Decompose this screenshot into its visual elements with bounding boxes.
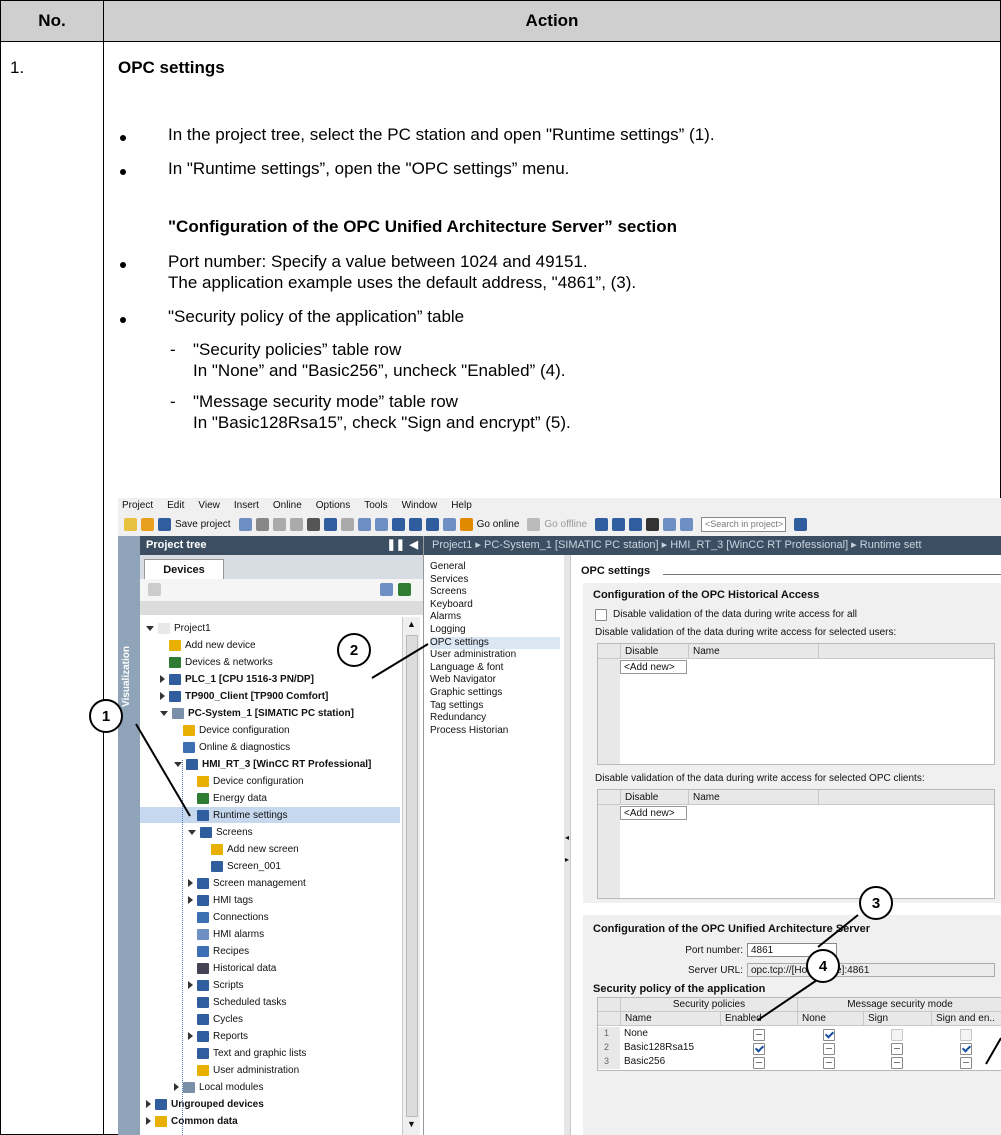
- callout-lines: [135, 643, 1001, 1065]
- callout-1-line: [135, 723, 191, 817]
- instruction-text: "Message security mode” table row: [193, 392, 458, 411]
- step-number: 1.: [10, 58, 25, 77]
- instruction-text: In "Runtime settings”, open the "OPC set…: [168, 159, 570, 178]
- column-header-no: No.: [0, 0, 104, 42]
- callout-3-line: [817, 914, 859, 948]
- instruction-text: "Security policy of the application” tab…: [168, 307, 465, 326]
- section-subheading: "Configuration of the OPC Unified Archit…: [168, 217, 677, 236]
- instruction-text: In "None” and "Basic256”, uncheck "Enabl…: [193, 361, 566, 380]
- dash-marker: -: [170, 340, 176, 359]
- column-header-action: Action: [103, 0, 1001, 42]
- instruction-text: Port number: Specify a value between 102…: [168, 252, 588, 271]
- instruction-text: In the project tree, select the PC stati…: [168, 125, 715, 144]
- dash-marker: -: [170, 392, 176, 411]
- bullet-icon: [120, 262, 126, 268]
- callout-3: 3: [859, 886, 893, 920]
- bullet-icon: [120, 169, 126, 175]
- callout-2-line: [371, 643, 429, 679]
- callout-4-line: [757, 975, 824, 1021]
- instruction-text: The application example uses the default…: [168, 273, 637, 292]
- instruction-text: "Security policies” table row: [193, 340, 402, 359]
- bullet-icon: [120, 135, 126, 141]
- instruction-text: In "Basic128Rsa15”, check "Sign and encr…: [193, 413, 571, 432]
- callout-4: 4: [806, 949, 840, 983]
- callout-2: 2: [337, 633, 371, 667]
- callout-5-line: [985, 1037, 1001, 1065]
- callout-1: 1: [89, 699, 123, 733]
- bullet-icon: [120, 317, 126, 323]
- tia-portal-screenshot: Project Edit View Insert Online Options …: [118, 498, 1001, 1135]
- step-heading: OPC settings: [118, 58, 225, 77]
- no-cell: [0, 41, 104, 1135]
